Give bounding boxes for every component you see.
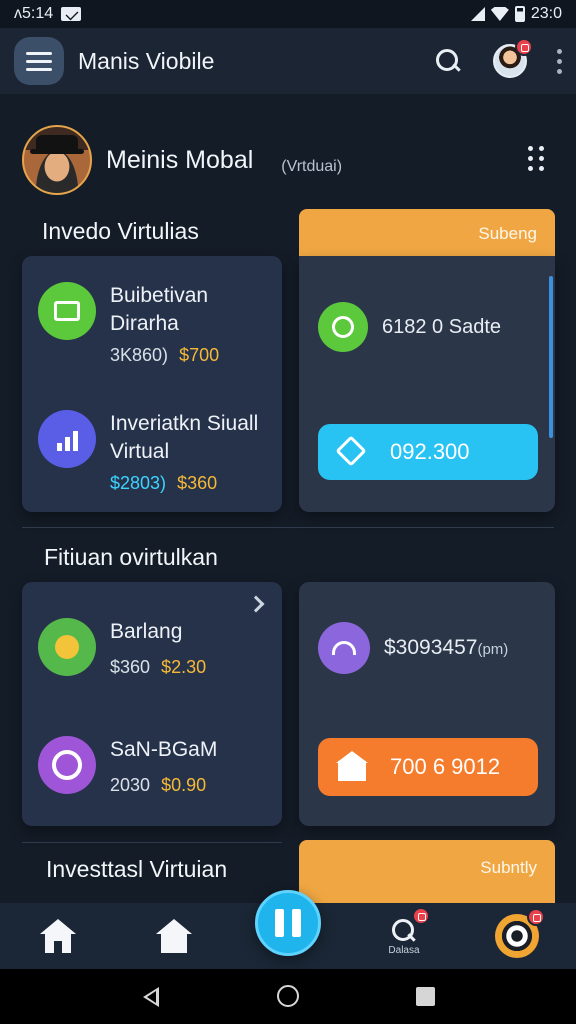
section-title: Fitiuan ovirtulkan	[44, 544, 218, 570]
wifi-icon	[490, 7, 509, 21]
house-icon	[336, 751, 368, 783]
avatar[interactable]	[493, 38, 533, 78]
list-item[interactable]: Inveriatkn Siuall Virtual $2803) $360	[38, 410, 258, 498]
profile-header: Meinis Mobal (Vrtduai)	[22, 124, 554, 196]
item-subtitle: Virtual	[110, 440, 170, 463]
system-navigation	[0, 969, 576, 1024]
document-icon	[38, 282, 96, 340]
swap-icon	[38, 736, 96, 794]
chart-icon	[38, 410, 96, 468]
recent-apps-icon[interactable]	[416, 987, 435, 1006]
item-price-a: 2030	[110, 775, 151, 795]
divider	[22, 842, 282, 843]
battery-icon	[514, 6, 525, 22]
coin-icon	[318, 302, 368, 352]
profile-avatar[interactable]	[22, 125, 92, 195]
balance-label: $3093457	[384, 636, 478, 659]
item-subtitle: Dirarha	[110, 312, 179, 335]
item-price-b: $360	[177, 473, 218, 493]
balance-unit: pm	[482, 641, 504, 658]
profile-name: Meinis Mobal	[106, 145, 254, 174]
item-price-a: $360	[110, 657, 151, 677]
item-title: Buibetivan	[110, 284, 209, 307]
section-header-action[interactable]: Subeng	[299, 209, 555, 259]
item-title: Inveriatkn Siuall	[110, 412, 259, 435]
summary-item[interactable]: 6182 0 Sadte	[318, 302, 501, 352]
app-bar: Manis Viobile	[0, 28, 576, 94]
search-icon	[390, 906, 430, 943]
section-title: Invedo Virtulias	[42, 218, 199, 244]
home-icon	[40, 919, 76, 953]
amount-pill-button[interactable]: 700 6 9012	[318, 738, 538, 796]
grid-menu-icon[interactable]	[528, 146, 544, 171]
more-options-icon[interactable]	[557, 48, 562, 74]
home-button-icon[interactable]	[277, 985, 299, 1007]
notification-badge	[527, 908, 545, 926]
notification-badge	[412, 906, 430, 925]
item-price-b: $0.90	[161, 775, 207, 795]
nav-search[interactable]: Dalasa	[382, 903, 430, 969]
scroll-indicator[interactable]	[549, 276, 553, 438]
back-icon[interactable]	[143, 987, 159, 1007]
app-title: Manis Viobile	[78, 47, 215, 74]
summary-label: 6182 0 Sadte	[382, 315, 501, 338]
section-title: Investtasl Virtuian	[46, 856, 228, 882]
item-price-b: $700	[179, 345, 220, 365]
section-header-action[interactable]: Subntly	[299, 840, 555, 903]
status-right-time: 23:0	[530, 5, 562, 22]
divider	[22, 527, 554, 528]
wifi-coin-icon	[318, 622, 370, 674]
signal-icon	[470, 7, 485, 21]
nav-search-label: Dalasa	[388, 944, 420, 956]
list-item[interactable]: Buibetivan Dirarha 3K860) $700	[38, 282, 219, 370]
item-title: Barlang	[110, 620, 183, 643]
item-price-a: $2803)	[110, 473, 167, 493]
pill-label: 700 6 9012	[390, 754, 501, 779]
header-action-label: Subntly	[480, 858, 537, 877]
pill-label: 092.300	[390, 439, 470, 464]
flower-icon	[38, 618, 96, 676]
item-price-b: $2.30	[161, 657, 207, 677]
item-price-a: 3K860)	[110, 345, 169, 365]
nav-profile[interactable]	[494, 903, 545, 969]
status-bar: ᴧ5:14 23:0	[0, 0, 576, 28]
nav-home[interactable]	[38, 903, 78, 969]
status-time: ᴧ5:14	[14, 5, 54, 22]
search-icon[interactable]	[433, 46, 463, 76]
target-icon	[495, 908, 545, 958]
nav-portfolio[interactable]	[154, 903, 194, 969]
menu-button[interactable]	[14, 37, 64, 85]
mail-notification-icon	[61, 7, 82, 21]
list-item[interactable]: SaN-BGaM 2030 $0.90	[38, 736, 217, 800]
building-icon	[156, 919, 192, 953]
notification-badge	[515, 38, 533, 56]
header-action-label: Subeng	[478, 224, 537, 243]
item-title: SaN-BGaM	[110, 738, 218, 761]
list-item[interactable]: Barlang $360 $2.30	[38, 618, 206, 682]
profile-tag: (Vrtduai)	[281, 158, 343, 175]
tag-icon	[335, 435, 368, 468]
balance-item[interactable]: $3093457(pm)	[318, 622, 508, 674]
pause-button[interactable]	[255, 890, 321, 956]
amount-pill-button[interactable]: 092.300	[318, 424, 538, 480]
